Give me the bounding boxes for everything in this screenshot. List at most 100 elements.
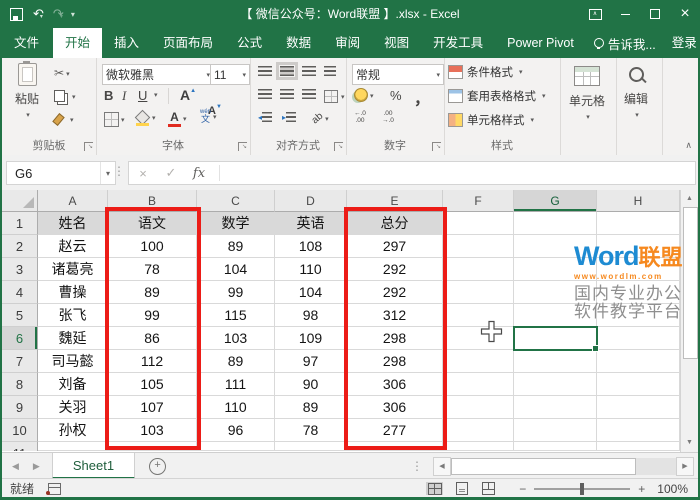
- column-header-A[interactable]: A: [38, 190, 108, 212]
- row-header-9[interactable]: 9: [2, 396, 38, 419]
- cell-G4[interactable]: [514, 281, 597, 304]
- cell-H10[interactable]: [597, 419, 680, 442]
- cell-D7[interactable]: 97: [275, 350, 347, 373]
- number-format-select[interactable]: 常规: [352, 64, 444, 85]
- cell-D8[interactable]: 90: [275, 373, 347, 396]
- style-button-1[interactable]: 套用表格格式: [448, 88, 546, 104]
- scroll-right-icon[interactable]: ▶: [676, 457, 694, 476]
- underline-dropdown-icon[interactable]: [152, 91, 158, 99]
- cell-C1[interactable]: 数学: [197, 212, 275, 235]
- cell-B7[interactable]: 112: [108, 350, 197, 373]
- font-dialog-launcher[interactable]: ↘: [238, 142, 247, 151]
- cell-E3[interactable]: 292: [347, 258, 443, 281]
- bold-button[interactable]: B: [104, 88, 113, 103]
- ribbon-tab-2[interactable]: 页面布局: [151, 28, 225, 58]
- cell-H9[interactable]: [597, 396, 680, 419]
- cell-C10[interactable]: 96: [197, 419, 275, 442]
- font-color-button[interactable]: A: [168, 110, 187, 126]
- column-header-E[interactable]: E: [347, 190, 443, 212]
- ribbon-tab-4[interactable]: 数据: [274, 28, 323, 58]
- cell-C9[interactable]: 110: [197, 396, 275, 419]
- cell-A5[interactable]: 张飞: [38, 304, 108, 327]
- cell-B8[interactable]: 105: [108, 373, 197, 396]
- cell-A3[interactable]: 诸葛亮: [38, 258, 108, 281]
- cell-C4[interactable]: 99: [197, 281, 275, 304]
- cancel-icon[interactable]: ×: [129, 166, 157, 181]
- fill-handle[interactable]: [592, 345, 599, 352]
- cell-G2[interactable]: [514, 235, 597, 258]
- row-header-1[interactable]: 1: [2, 212, 38, 235]
- cell-A8[interactable]: 刘备: [38, 373, 108, 396]
- undo-button[interactable]: ↶▾: [33, 5, 43, 23]
- cell-B1[interactable]: 语文: [108, 212, 197, 235]
- cell-B9[interactable]: 107: [108, 396, 197, 419]
- column-header-F[interactable]: F: [443, 190, 514, 212]
- alignment-dialog-launcher[interactable]: ↘: [334, 142, 343, 151]
- phonetic-guide-button[interactable]: wén文: [200, 109, 217, 124]
- cell-C7[interactable]: 89: [197, 350, 275, 373]
- wrap-text-button[interactable]: [324, 66, 336, 76]
- formula-input[interactable]: [226, 162, 695, 184]
- cell-F2[interactable]: [443, 235, 514, 258]
- maximize-button[interactable]: [640, 0, 670, 28]
- style-button-0[interactable]: 条件格式: [448, 64, 523, 80]
- increase-indent-button[interactable]: ▸: [282, 112, 296, 122]
- cell-D2[interactable]: 108: [275, 235, 347, 258]
- accounting-format-button[interactable]: [354, 88, 374, 102]
- copy-button[interactable]: [54, 89, 76, 103]
- scroll-left-icon[interactable]: ◀: [433, 457, 451, 476]
- cell-B5[interactable]: 99: [108, 304, 197, 327]
- cell-H2[interactable]: [597, 235, 680, 258]
- cell-D5[interactable]: 98: [275, 304, 347, 327]
- cell-G1[interactable]: [514, 212, 597, 235]
- row-header-3[interactable]: 3: [2, 258, 38, 281]
- format-painter-button[interactable]: [55, 112, 74, 126]
- save-icon[interactable]: [10, 8, 23, 21]
- cell-F7[interactable]: [443, 350, 514, 373]
- cell-E5[interactable]: 312: [347, 304, 443, 327]
- scroll-up-icon[interactable]: ▲: [681, 190, 698, 206]
- cell-A9[interactable]: 关羽: [38, 396, 108, 419]
- minimize-button[interactable]: [610, 0, 640, 28]
- column-header-C[interactable]: C: [197, 190, 275, 212]
- new-sheet-icon[interactable]: +: [149, 458, 166, 475]
- scroll-down-icon[interactable]: ▼: [681, 434, 698, 450]
- cell-B6[interactable]: 86: [108, 327, 197, 350]
- merge-center-button[interactable]: [324, 89, 345, 103]
- cell-E9[interactable]: 306: [347, 396, 443, 419]
- insert-function-icon[interactable]: fx: [185, 166, 213, 181]
- cell-C6[interactable]: 103: [197, 327, 275, 350]
- row-header-4[interactable]: 4: [2, 281, 38, 304]
- cell-F10[interactable]: [443, 419, 514, 442]
- zoom-level[interactable]: 100%: [657, 482, 700, 496]
- percent-style-button[interactable]: %: [390, 88, 402, 103]
- cell-F9[interactable]: [443, 396, 514, 419]
- style-button-dropdown-icon-2[interactable]: [529, 114, 535, 126]
- row-header-11[interactable]: 11: [2, 442, 38, 451]
- cell-F3[interactable]: [443, 258, 514, 281]
- vertical-scrollbar[interactable]: ▲ ▼: [680, 190, 698, 452]
- cell-H3[interactable]: [597, 258, 680, 281]
- ribbon-tab-7[interactable]: 开发工具: [421, 28, 495, 58]
- cell-D10[interactable]: 78: [275, 419, 347, 442]
- zoom-out-icon[interactable]: −: [519, 482, 526, 496]
- ribbon-display-options-icon[interactable]: ∧: [580, 0, 610, 28]
- cell-D6[interactable]: 109: [275, 327, 347, 350]
- row-header-5[interactable]: 5: [2, 304, 38, 327]
- style-button-dropdown-icon-1[interactable]: [540, 90, 546, 102]
- redo-button[interactable]: ↷▾: [53, 5, 63, 23]
- paste-button[interactable]: 粘贴: [6, 63, 48, 121]
- cell-E10[interactable]: 277: [347, 419, 443, 442]
- cell-E7[interactable]: 298: [347, 350, 443, 373]
- italic-button[interactable]: I: [122, 88, 126, 104]
- ribbon-tab-5[interactable]: 审阅: [323, 28, 372, 58]
- ribbon-tab-0[interactable]: 开始: [53, 28, 102, 58]
- cell-B3[interactable]: 78: [108, 258, 197, 281]
- fill-color-button[interactable]: [136, 110, 156, 125]
- horizontal-scrollbar[interactable]: ◀ ▶: [433, 457, 694, 475]
- name-box[interactable]: G6 ▾: [6, 161, 116, 185]
- vertical-scroll-thumb[interactable]: [683, 207, 698, 359]
- row-header-10[interactable]: 10: [2, 419, 38, 442]
- font-name-select[interactable]: 微软雅黑: [102, 64, 214, 85]
- sign-in-button[interactable]: 登录: [664, 28, 700, 58]
